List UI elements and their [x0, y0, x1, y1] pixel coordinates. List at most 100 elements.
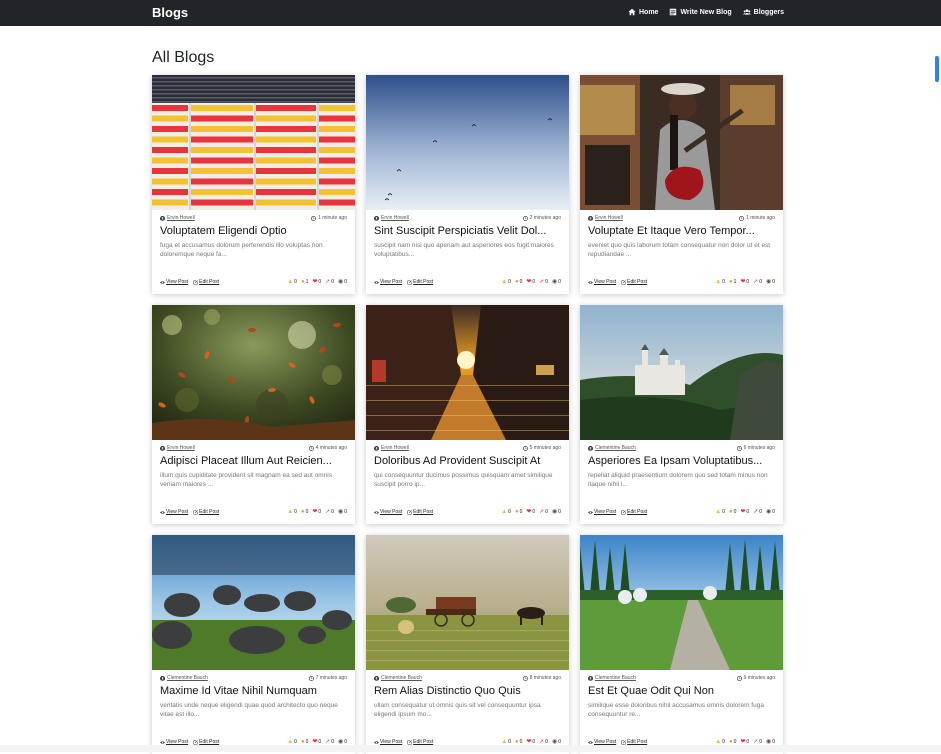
reaction-heart[interactable]: ❤ 0: [312, 279, 321, 285]
reaction-bar: ▲ 0 ● 0 ❤ 0 ➚ 0 ◉ 0: [501, 279, 561, 285]
reaction-rocket[interactable]: ➚ 0: [753, 279, 762, 285]
edit-icon: [407, 510, 412, 515]
scrollbar-thumb[interactable]: [935, 56, 939, 82]
reaction-eyes[interactable]: ◉ 0: [766, 279, 775, 285]
sky-birds-image: [366, 75, 569, 210]
reaction-thumbs-up[interactable]: ▲ 0: [501, 279, 511, 285]
post-title[interactable]: Adipisci Placeat Illum Aut Reicien...: [160, 455, 347, 467]
post-time: 4 minutes ago: [309, 445, 347, 451]
blog-card: Ervin Howell 2 minutes ago Sint Suscipit…: [366, 75, 569, 294]
blog-card: Clementine Bauch 6 minutes ago Asperiore…: [580, 305, 783, 524]
post-title[interactable]: Maxime Id Vitae Nihil Numquam: [160, 685, 347, 697]
scrollbar[interactable]: [933, 26, 941, 752]
reaction-rocket[interactable]: ➚ 0: [539, 279, 548, 285]
reaction-wow[interactable]: ● 0: [729, 509, 736, 515]
reaction-heart[interactable]: ❤ 0: [740, 509, 749, 515]
reaction-eyes[interactable]: ◉ 0: [338, 509, 347, 515]
reaction-eyes[interactable]: ◉ 0: [552, 279, 561, 285]
post-excerpt: veritatis unde neque eligendi quae quod …: [160, 701, 347, 719]
reaction-rocket[interactable]: ➚ 0: [753, 509, 762, 515]
author-link[interactable]: Ervin Howell: [588, 215, 623, 221]
nav-home-link[interactable]: Home: [628, 8, 658, 16]
view-post-label: View Post: [594, 279, 616, 285]
reaction-heart[interactable]: ❤ 0: [312, 509, 321, 515]
eye-icon: [160, 510, 165, 515]
view-post-link[interactable]: View Post: [374, 509, 402, 515]
heart-icon: ❤: [526, 509, 531, 515]
view-post-link[interactable]: View Post: [160, 279, 188, 285]
author-link[interactable]: Ervin Howell: [160, 445, 195, 451]
author-link[interactable]: Clementine Bauch: [374, 675, 422, 681]
castle-forest-image: [580, 305, 783, 440]
time-label: 2 minutes ago: [530, 215, 561, 221]
thumbs-up-icon: ▲: [501, 509, 507, 515]
view-post-link[interactable]: View Post: [588, 509, 616, 515]
reaction-wow[interactable]: ● 0: [515, 279, 522, 285]
reaction-bar: ▲ 0 ● 0 ❤ 0 ➚ 0 ◉ 0: [501, 509, 561, 515]
reaction-thumbs-up[interactable]: ▲ 0: [287, 509, 297, 515]
post-title[interactable]: Asperiores Ea Ipsam Voluptatibus...: [588, 455, 775, 467]
user-icon: [160, 216, 165, 221]
edit-post-link[interactable]: Edit Post: [407, 279, 433, 285]
reaction-wow[interactable]: ● 0: [301, 509, 308, 515]
reaction-rocket[interactable]: ➚ 0: [325, 509, 334, 515]
post-title[interactable]: Rem Alias Distinctio Quo Quis: [374, 685, 561, 697]
reaction-heart[interactable]: ❤ 0: [526, 509, 535, 515]
blog-card: Ervin Howell 4 minutes ago Adipisci Plac…: [152, 305, 355, 524]
view-post-link[interactable]: View Post: [374, 279, 402, 285]
author-link[interactable]: Clementine Bauch: [588, 675, 636, 681]
reaction-wow[interactable]: ● 0: [515, 509, 522, 515]
reaction-thumbs-up[interactable]: ▲ 0: [501, 509, 511, 515]
stones-field-image: [152, 535, 355, 670]
user-icon: [374, 446, 379, 451]
card-footer: View Post Edit Post ▲ 0 ● 0 ❤ 0 ➚ 0 ◉: [374, 279, 561, 285]
edit-post-label: Edit Post: [199, 509, 219, 515]
view-post-link[interactable]: View Post: [588, 279, 616, 285]
reaction-eyes[interactable]: ◉ 0: [552, 509, 561, 515]
author-link[interactable]: Ervin Howell: [374, 445, 409, 451]
post-excerpt: suscipit nam nisi quo aperiam aut asperi…: [374, 241, 561, 259]
edit-post-link[interactable]: Edit Post: [621, 509, 647, 515]
brand-logo[interactable]: Blogs: [152, 5, 188, 20]
reaction-heart[interactable]: ❤ 0: [740, 279, 749, 285]
reaction-count: 0: [508, 509, 511, 515]
author-link[interactable]: Ervin Howell: [374, 215, 409, 221]
reaction-heart[interactable]: ❤ 0: [526, 279, 535, 285]
edit-post-link[interactable]: Edit Post: [193, 279, 219, 285]
reaction-rocket[interactable]: ➚ 0: [325, 279, 334, 285]
nav-write-link[interactable]: Write New Blog: [669, 8, 731, 16]
edit-icon: [621, 740, 626, 745]
view-post-link[interactable]: View Post: [160, 509, 188, 515]
author-link[interactable]: Ervin Howell: [160, 215, 195, 221]
reaction-thumbs-up[interactable]: ▲ 0: [715, 509, 725, 515]
eye-icon: [588, 740, 593, 745]
reaction-eyes[interactable]: ◉ 0: [338, 279, 347, 285]
reaction-count: 0: [545, 279, 548, 285]
reaction-eyes[interactable]: ◉ 0: [766, 509, 775, 515]
post-title[interactable]: Sint Suscipit Perspiciatis Velit Dol...: [374, 225, 561, 237]
reaction-thumbs-up[interactable]: ▲ 0: [287, 279, 297, 285]
reaction-count: 0: [722, 279, 725, 285]
post-meta: Ervin Howell 4 minutes ago: [160, 444, 347, 452]
edit-post-link[interactable]: Edit Post: [407, 509, 433, 515]
author-link[interactable]: Clementine Bauch: [160, 675, 208, 681]
post-meta: Clementine Bauch 8 minutes ago: [374, 674, 561, 682]
post-title[interactable]: Est Et Quae Odit Qui Non: [588, 685, 775, 697]
edit-post-link[interactable]: Edit Post: [621, 279, 647, 285]
edit-icon: [621, 510, 626, 515]
thumbs-up-icon: ▲: [287, 509, 293, 515]
reaction-wow[interactable]: ● 1: [729, 279, 736, 285]
blog-card: Ervin Howell 5 minutes ago Doloribus Ad …: [366, 305, 569, 524]
post-title[interactable]: Voluptate Et Itaque Vero Tempor...: [588, 225, 775, 237]
clock-icon: [309, 446, 314, 451]
edit-post-link[interactable]: Edit Post: [193, 509, 219, 515]
author-link[interactable]: Clementine Bauch: [588, 445, 636, 451]
reaction-rocket[interactable]: ➚ 0: [539, 509, 548, 515]
reaction-thumbs-up[interactable]: ▲ 0: [715, 279, 725, 285]
reaction-wow[interactable]: ● 1: [301, 279, 308, 285]
post-title[interactable]: Voluptatem Eligendi Optio: [160, 225, 347, 237]
post-title[interactable]: Doloribus Ad Provident Suscipit At: [374, 455, 561, 467]
card-footer: View Post Edit Post ▲ 0 ● 0 ❤ 0 ➚ 0 ◉: [160, 509, 347, 515]
view-post-label: View Post: [380, 279, 402, 285]
nav-bloggers-link[interactable]: Bloggers: [743, 8, 784, 16]
